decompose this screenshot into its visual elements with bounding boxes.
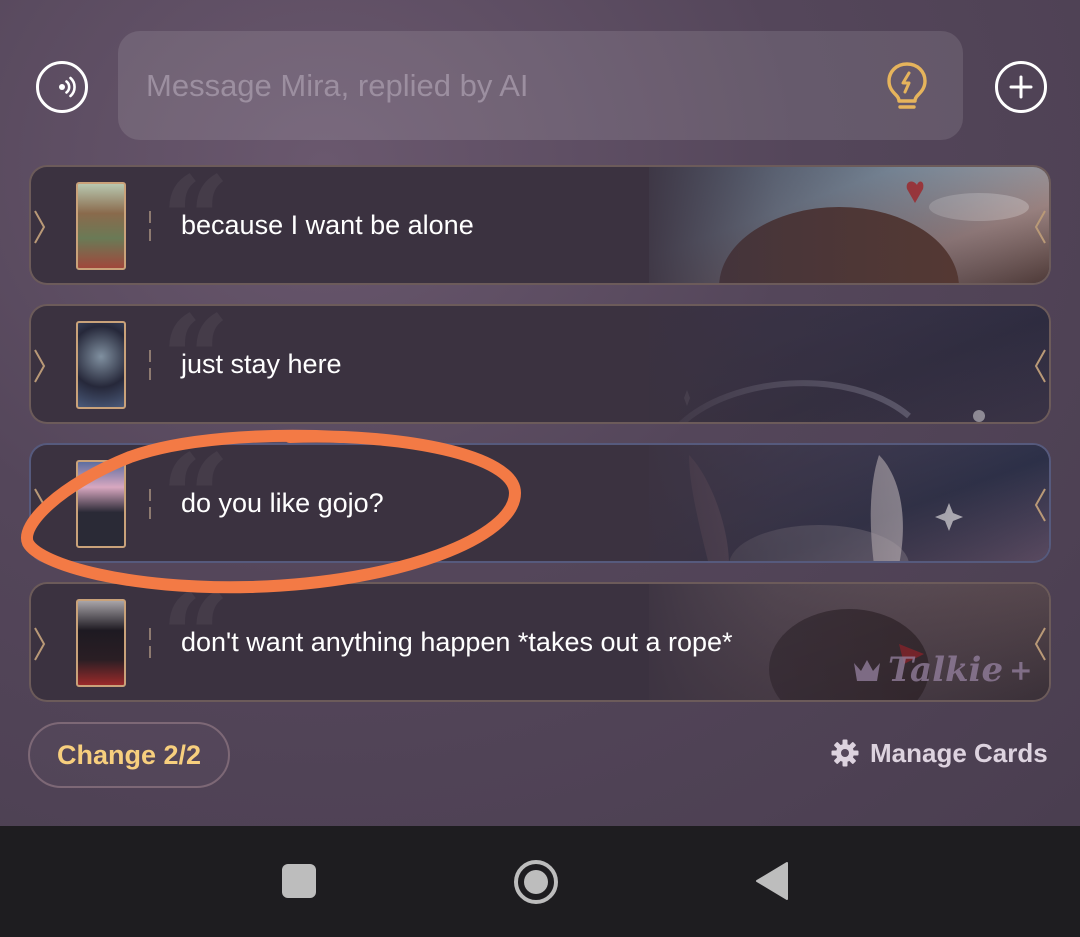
manage-cards-button[interactable]: Manage Cards xyxy=(830,735,1048,771)
character-avatar xyxy=(76,599,126,687)
lightbulb-icon xyxy=(887,62,927,109)
crown-icon xyxy=(854,660,880,681)
lightbulb-button[interactable] xyxy=(882,60,932,114)
reply-card-2[interactable]: “ just stay here xyxy=(29,304,1051,424)
chevron-right-icon xyxy=(34,488,46,522)
back-triangle-icon[interactable] xyxy=(754,861,790,901)
voice-waves-icon xyxy=(59,76,76,98)
character-avatar xyxy=(76,182,126,270)
reply-card-3[interactable]: “ do you like gojo? xyxy=(29,443,1051,563)
talkie-watermark: Talkie + xyxy=(852,650,1033,690)
gear-icon xyxy=(831,739,859,767)
reply-text: do you like gojo? xyxy=(181,487,384,518)
voice-button[interactable] xyxy=(36,61,88,113)
chevron-right-icon xyxy=(34,210,46,244)
reply-card-1[interactable]: “ because I want be alone xyxy=(29,165,1051,285)
chevron-left-icon xyxy=(1034,488,1046,522)
character-avatar xyxy=(76,321,126,409)
recents-square-icon[interactable] xyxy=(281,863,317,899)
reply-text: because I want be alone xyxy=(181,209,474,240)
reply-text: don't want anything happen *takes out a … xyxy=(181,626,733,657)
home-circle-icon[interactable] xyxy=(512,858,560,906)
add-button[interactable] xyxy=(995,61,1047,113)
plus-circle-icon xyxy=(1009,75,1033,99)
reply-text: just stay here xyxy=(181,348,342,379)
message-input[interactable] xyxy=(146,31,866,140)
system-navigation-bar xyxy=(0,826,1080,937)
chevron-left-icon xyxy=(1034,627,1046,661)
chevron-left-icon xyxy=(1034,349,1046,383)
chevron-right-icon xyxy=(34,627,46,661)
reply-suggestion-panel: “ because I want be alone “ just stay he… xyxy=(0,0,1080,826)
message-composer xyxy=(118,31,963,140)
chevron-right-icon xyxy=(34,349,46,383)
chevron-left-icon xyxy=(1034,210,1046,244)
character-avatar xyxy=(76,460,126,548)
change-button[interactable]: Change 2/2 xyxy=(28,722,230,788)
